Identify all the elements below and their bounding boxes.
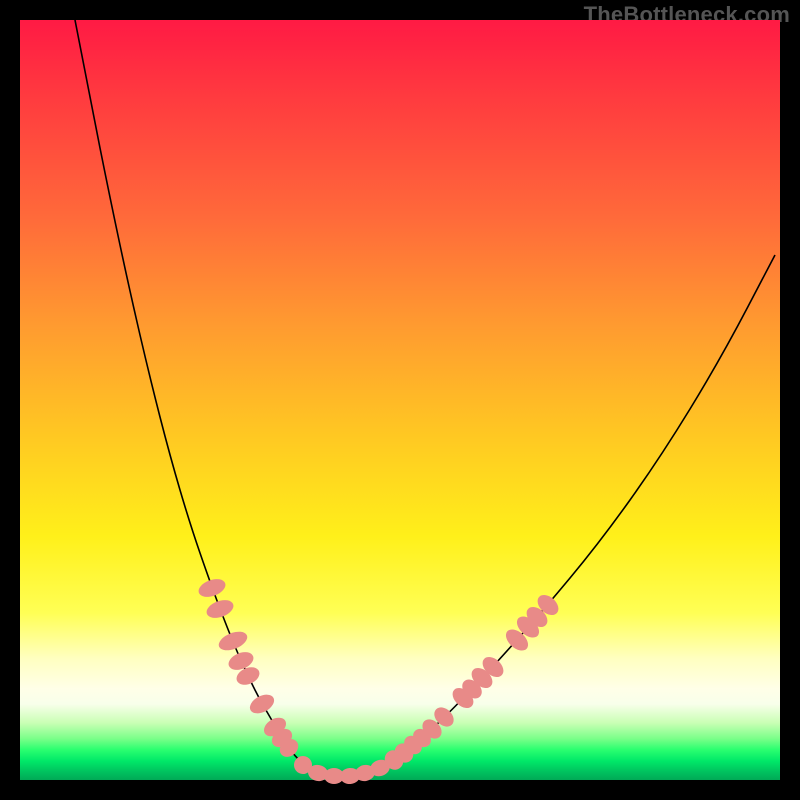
v-curve bbox=[75, 20, 775, 776]
chart-svg bbox=[20, 20, 780, 780]
bead-left-3 bbox=[216, 628, 250, 654]
chart-frame bbox=[20, 20, 780, 780]
bead-left-2 bbox=[204, 597, 236, 622]
bead-group bbox=[196, 576, 562, 785]
bead-left-6 bbox=[247, 691, 277, 717]
bead-left-1 bbox=[196, 576, 228, 601]
